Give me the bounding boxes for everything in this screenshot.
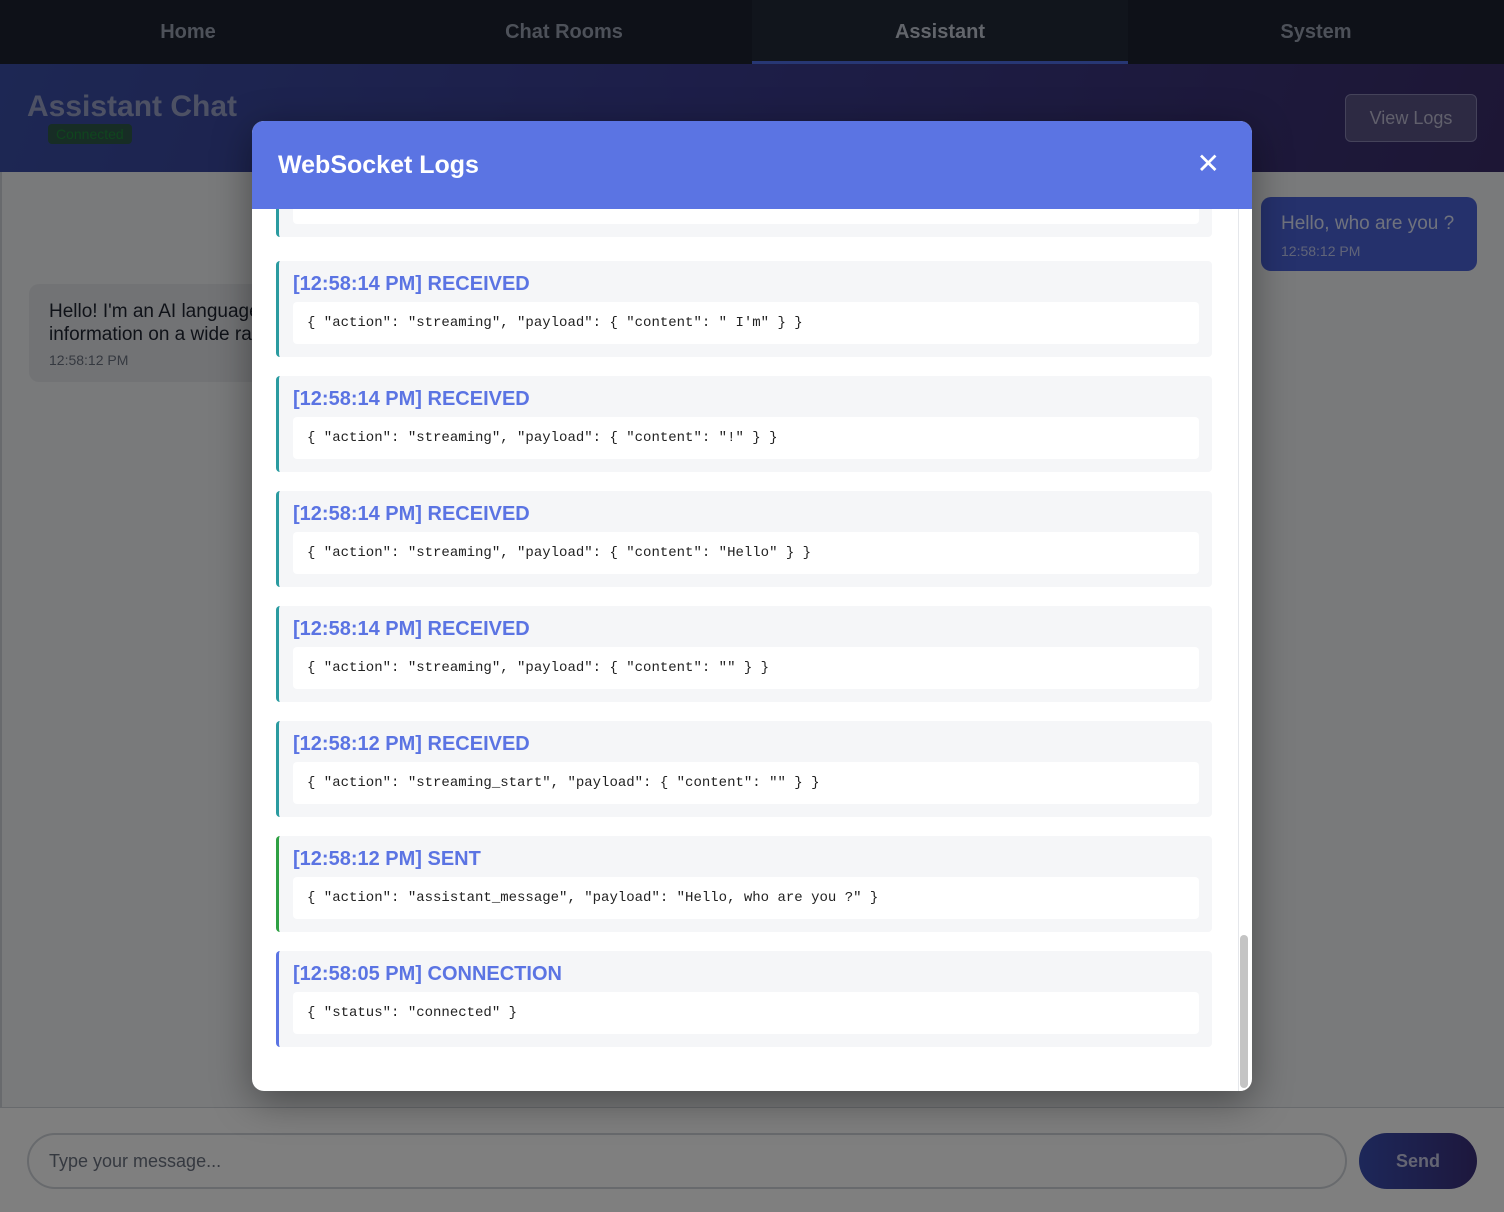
log-entry: { "action": "streaming", "payload": { "c… bbox=[276, 209, 1212, 237]
log-type: RECEIVED bbox=[427, 733, 530, 755]
log-entry: [12:58:14 PM] RECEIVED { "action": "stre… bbox=[276, 491, 1212, 587]
log-type: RECEIVED bbox=[427, 618, 530, 640]
log-timestamp: [12:58:12 PM] bbox=[293, 733, 422, 755]
log-type: RECEIVED bbox=[427, 503, 530, 525]
log-header: [12:58:14 PM] RECEIVED bbox=[293, 388, 530, 411]
log-header: [12:58:14 PM] RECEIVED bbox=[293, 503, 530, 526]
log-timestamp: [12:58:14 PM] bbox=[293, 273, 422, 295]
log-payload: { "action": "streaming", "payload": { "c… bbox=[293, 302, 1199, 344]
log-timestamp: [12:58:14 PM] bbox=[293, 503, 422, 525]
log-entry: [12:58:12 PM] SENT { "action": "assistan… bbox=[276, 836, 1212, 932]
log-payload: { "action": "streaming_start", "payload"… bbox=[293, 762, 1199, 804]
log-entry: [12:58:05 PM] CONNECTION { "status": "co… bbox=[276, 951, 1212, 1047]
log-header: [12:58:12 PM] SENT bbox=[293, 848, 481, 871]
modal-title: WebSocket Logs bbox=[278, 151, 479, 179]
log-payload: { "action": "streaming", "payload": { "c… bbox=[293, 532, 1199, 574]
log-type: SENT bbox=[427, 848, 481, 870]
scrollbar-thumb[interactable] bbox=[1240, 935, 1248, 1088]
modal-header: WebSocket Logs ✕ bbox=[252, 121, 1252, 209]
log-timestamp: [12:58:14 PM] bbox=[293, 388, 422, 410]
log-list[interactable]: { "action": "streaming", "payload": { "c… bbox=[252, 209, 1252, 1091]
log-entry: [12:58:12 PM] RECEIVED { "action": "stre… bbox=[276, 721, 1212, 817]
websocket-logs-modal: WebSocket Logs ✕ { "action": "streaming"… bbox=[252, 121, 1252, 1091]
log-payload: { "action": "streaming", "payload": { "c… bbox=[293, 209, 1199, 224]
log-entry: [12:58:14 PM] RECEIVED { "action": "stre… bbox=[276, 376, 1212, 472]
log-header: [12:58:14 PM] RECEIVED bbox=[293, 273, 530, 296]
log-timestamp: [12:58:12 PM] bbox=[293, 848, 422, 870]
log-entry: [12:58:14 PM] RECEIVED { "action": "stre… bbox=[276, 606, 1212, 702]
log-header: [12:58:12 PM] RECEIVED bbox=[293, 733, 530, 756]
log-payload: { "action": "assistant_message", "payloa… bbox=[293, 877, 1199, 919]
close-icon[interactable]: ✕ bbox=[1197, 149, 1220, 179]
log-header: [12:58:14 PM] RECEIVED bbox=[293, 618, 530, 641]
log-header: [12:58:05 PM] CONNECTION bbox=[293, 963, 562, 986]
log-timestamp: [12:58:05 PM] bbox=[293, 963, 422, 985]
log-entry: [12:58:14 PM] RECEIVED { "action": "stre… bbox=[276, 261, 1212, 357]
log-payload: { "status": "connected" } bbox=[293, 992, 1199, 1034]
log-payload: { "action": "streaming", "payload": { "c… bbox=[293, 647, 1199, 689]
log-payload: { "action": "streaming", "payload": { "c… bbox=[293, 417, 1199, 459]
log-timestamp: [12:58:14 PM] bbox=[293, 618, 422, 640]
log-type: RECEIVED bbox=[427, 273, 530, 295]
log-type: RECEIVED bbox=[427, 388, 530, 410]
log-type: CONNECTION bbox=[427, 963, 562, 985]
